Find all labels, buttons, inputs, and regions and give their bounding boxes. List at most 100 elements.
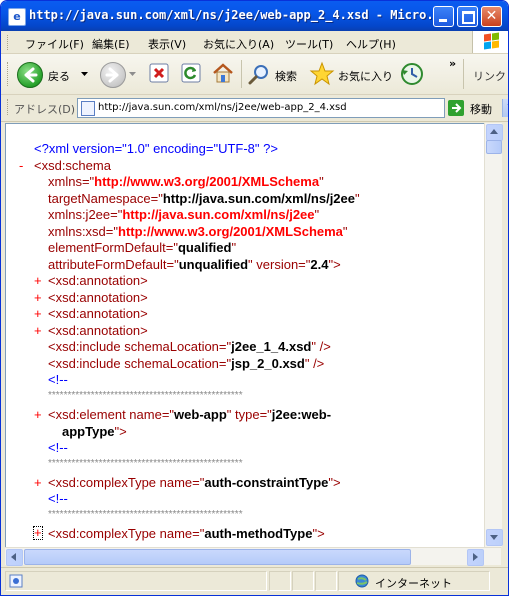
minimize-button[interactable] [433, 6, 454, 27]
horizontal-scroll-thumb[interactable] [24, 549, 411, 565]
menu-favorites[interactable]: お気に入り(A) [203, 36, 274, 52]
links-separator [463, 59, 464, 89]
go-label: 移動 [470, 103, 492, 116]
favorites-button[interactable]: お気に入り [309, 60, 393, 88]
expand-marker-annotation-3[interactable]: + [34, 306, 42, 321]
element-web-app-line1: <xsd:element name="web-app" type="j2ee:w… [48, 407, 332, 422]
search-label: 検索 [275, 70, 297, 83]
xml-document-view[interactable]: <?xml version="1.0" encoding="UTF-8" ?> … [5, 123, 485, 549]
status-message-cell [5, 571, 267, 591]
comment-open-1: <!-- [48, 372, 68, 387]
attr-elementformdefault: elementFormDefault="qualified" [48, 240, 237, 255]
comment-open-2: <!-- [48, 440, 68, 455]
toolbar-chevron[interactable]: » [449, 57, 456, 70]
vertical-scrollbar[interactable] [484, 123, 503, 547]
comment-stars-2: ****************************************… [48, 458, 243, 469]
scroll-up-button[interactable] [486, 124, 503, 141]
address-label: アドレス(D) [14, 103, 76, 116]
search-icon [248, 65, 268, 85]
address-bar: アドレス(D) http://java.sun.com/xml/ns/j2ee/… [1, 95, 508, 122]
toolbar-grip [7, 62, 11, 86]
menu-tools[interactable]: ツール(T) [285, 36, 333, 52]
refresh-icon [181, 63, 201, 83]
complextype-auth-constraint: <xsd:complexType name="auth-constraintTy… [48, 475, 341, 490]
ie-page-icon: e [8, 8, 26, 26]
attr-attributeformdefault: attributeFormDefault="unqualified" versi… [48, 257, 341, 272]
search-button[interactable]: 検索 [247, 60, 305, 88]
comment-open-3: <!-- [48, 491, 68, 506]
element-web-app-line2: appType"> [62, 424, 127, 439]
browser-window: e http://java.sun.com/xml/ns/j2ee/web-ap… [0, 0, 509, 596]
page-icon [81, 101, 95, 116]
horizontal-scrollbar[interactable] [5, 547, 501, 566]
forward-arrow-icon [100, 62, 126, 88]
go-button[interactable]: 移動 [448, 99, 504, 117]
history-button[interactable] [399, 61, 425, 87]
links-label[interactable]: リンク [473, 68, 506, 84]
back-arrow-icon [17, 62, 43, 88]
status-cell-1 [269, 571, 291, 591]
menu-edit[interactable]: 編集(E) [92, 36, 130, 52]
annotation-tag-2: <xsd:annotation> [48, 290, 148, 305]
internet-globe-icon [355, 574, 369, 588]
home-button[interactable] [211, 61, 235, 85]
favorites-label: お気に入り [338, 70, 393, 83]
standard-toolbar: 戻る 検索 お気に入り » リンク [1, 54, 508, 95]
include-jsp: <xsd:include schemaLocation="jsp_2_0.xsd… [48, 356, 325, 371]
maximize-button[interactable] [457, 6, 478, 27]
annotation-tag-3: <xsd:annotation> [48, 306, 148, 321]
close-button[interactable]: ✕ [481, 6, 502, 27]
forward-dropdown-icon[interactable] [129, 72, 136, 77]
attr-xmlns-j2ee: xmlns:j2ee="http://java.sun.com/xml/ns/j… [48, 207, 320, 222]
close-icon: ✕ [485, 8, 498, 24]
annotation-tag-4: <xsd:annotation> [48, 323, 148, 338]
annotation-tag-1: <xsd:annotation> [48, 273, 148, 288]
title-bar[interactable]: e http://java.sun.com/xml/ns/j2ee/web-ap… [1, 1, 508, 31]
attr-xmlns-xsd: xmlns:xsd="http://www.w3.org/2001/XMLSch… [48, 224, 348, 239]
menu-bar: ファイル(F) 編集(E) 表示(V) お気に入り(A) ツール(T) ヘルプ(… [1, 31, 508, 54]
status-cell-3 [315, 571, 337, 591]
status-bar: インターネット [1, 567, 508, 595]
windows-logo-icon [472, 31, 508, 53]
expand-marker-annotation-4[interactable]: + [34, 323, 42, 338]
back-dropdown-icon[interactable] [81, 72, 88, 77]
status-cell-2 [292, 571, 314, 591]
toolbar-separator [241, 60, 242, 88]
back-label: 戻る [48, 70, 70, 83]
expand-marker-annotation-2[interactable]: + [34, 290, 42, 305]
vertical-scroll-thumb[interactable] [486, 140, 502, 154]
scroll-down-button[interactable] [486, 529, 503, 546]
comment-stars-1: ****************************************… [48, 390, 243, 401]
complextype-auth-method: <xsd:complexType name="auth-methodType"> [48, 526, 325, 541]
comment-stars-3: ****************************************… [48, 509, 243, 520]
go-arrow-icon [448, 100, 464, 116]
refresh-button[interactable] [181, 63, 201, 83]
attr-targetnamespace: targetNamespace="http://java.sun.com/xml… [48, 191, 360, 206]
stop-button[interactable] [149, 63, 169, 83]
menu-view[interactable]: 表示(V) [148, 36, 186, 52]
schema-open-tag: <xsd:schema [34, 158, 111, 173]
menu-help[interactable]: ヘルプ(H) [346, 36, 396, 52]
favorites-star-icon [309, 61, 335, 86]
collapse-marker-schema[interactable]: - [19, 158, 23, 173]
forward-button[interactable] [98, 59, 138, 89]
scroll-right-button[interactable] [467, 549, 484, 566]
back-button[interactable]: 戻る [15, 59, 88, 89]
expand-marker-annotation-1[interactable]: + [34, 273, 42, 288]
menu-grip [7, 35, 11, 50]
menu-file[interactable]: ファイル(F) [25, 36, 84, 52]
history-icon [401, 63, 423, 85]
scroll-left-button[interactable] [6, 549, 23, 566]
home-icon [213, 63, 233, 83]
xml-declaration: <?xml version="1.0" encoding="UTF-8" ?> [34, 141, 278, 156]
expand-marker-complextype-2[interactable]: + [33, 526, 43, 540]
expand-marker-element[interactable]: + [34, 407, 42, 422]
address-input[interactable]: http://java.sun.com/xml/ns/j2ee/web-app_… [77, 98, 508, 118]
expand-marker-complextype-1[interactable]: + [34, 475, 42, 490]
address-url: http://java.sun.com/xml/ns/j2ee/web-app_… [98, 102, 347, 113]
attr-xmlns: xmlns="http://www.w3.org/2001/XMLSchema" [48, 174, 324, 189]
page-done-icon [9, 574, 23, 588]
include-j2ee: <xsd:include schemaLocation="j2ee_1_4.xs… [48, 339, 331, 354]
stop-icon [149, 63, 169, 83]
window-title: http://java.sun.com/xml/ns/j2ee/web-app_… [29, 8, 449, 22]
